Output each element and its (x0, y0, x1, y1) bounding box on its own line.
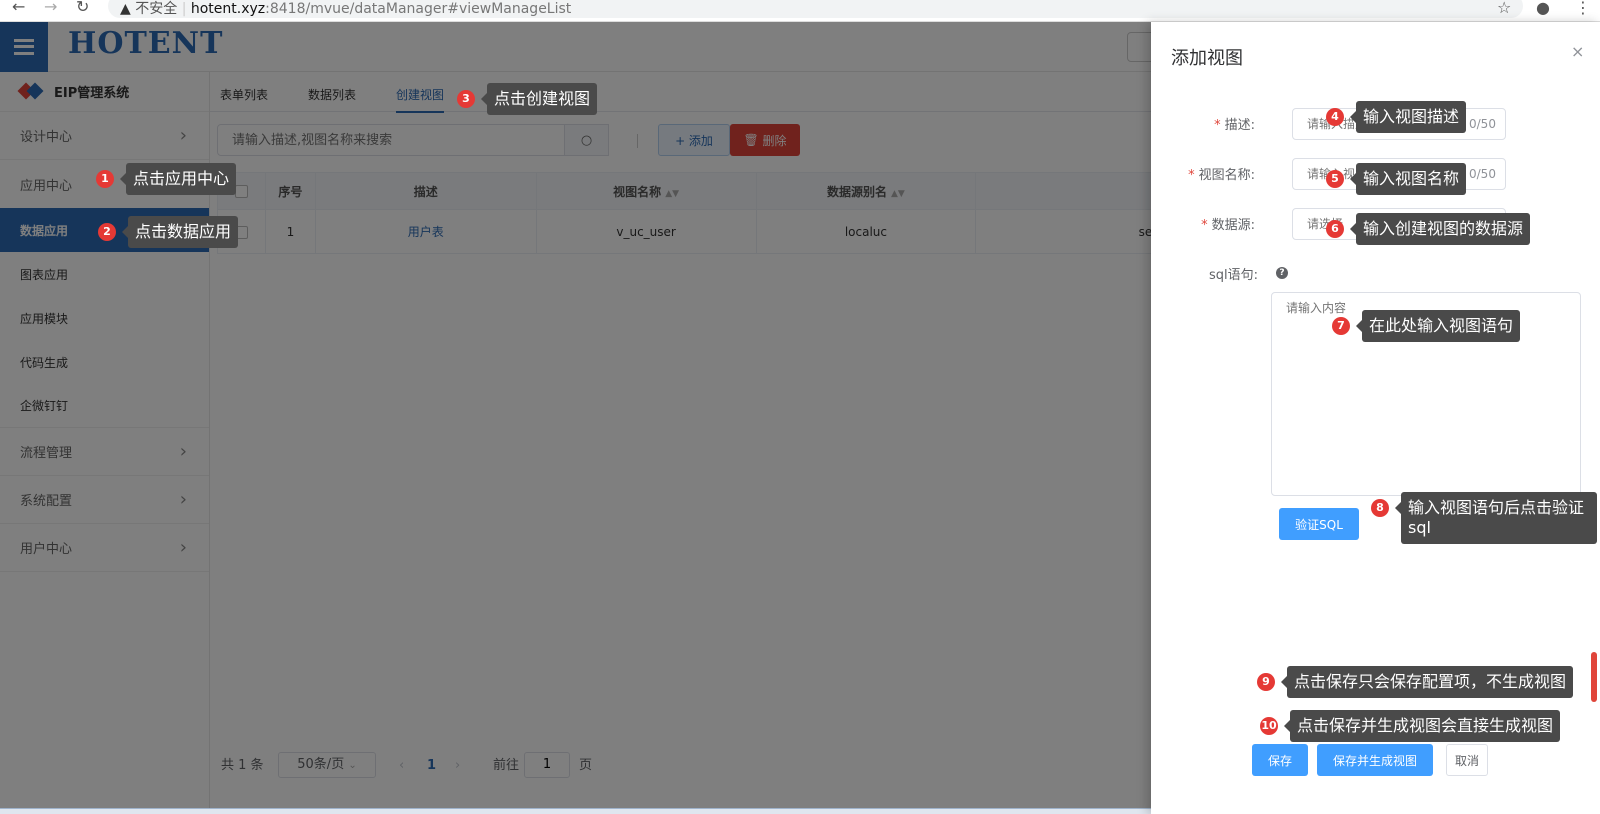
step-annotation-7: 7 在此处输入视图语句 (1332, 310, 1521, 342)
browser-toolbar: ← → ↻ ▲ 不安全 | hotent.xyz:8418/mvue/dataM… (0, 0, 1600, 22)
save-generate-button[interactable]: 保存并生成视图 (1317, 744, 1433, 776)
step-badge: 4 (1326, 108, 1344, 126)
datasource-label-text: 数据源: (1211, 218, 1255, 233)
step-tooltip: 点击创建视图 (480, 83, 598, 115)
required-mark: * (1188, 168, 1195, 183)
step-badge: 7 (1332, 317, 1350, 335)
step-badge: 10 (1260, 717, 1278, 735)
sql-label: sql语句: (1209, 268, 1259, 283)
required-mark: * (1214, 118, 1221, 133)
help-icon[interactable]: ? (1276, 267, 1288, 279)
insecure-label: 不安全 (135, 1, 178, 17)
menu-dots-icon[interactable]: ⋮ (1575, 0, 1591, 17)
step-annotation-2: 2 点击数据应用 (98, 216, 239, 248)
step-annotation-4: 4 输入视图描述 (1326, 101, 1467, 133)
step-badge: 3 (457, 90, 475, 108)
url-host: hotent.xyz (190, 1, 266, 17)
bookmark-star-icon[interactable]: ☆ (1497, 0, 1511, 17)
step-tooltip: 输入视图语句后点击验证sql (1395, 492, 1597, 544)
step-annotation-9: 9 点击保存只会保存配置项，不生成视图 (1257, 666, 1574, 698)
desc-char-count: 0/50 (1469, 117, 1496, 131)
datasource-label: * 数据源: (1201, 214, 1255, 233)
required-mark: * (1201, 218, 1208, 233)
step-tooltip: 点击保存只会保存配置项，不生成视图 (1280, 666, 1574, 698)
name-char-count: 0/50 (1469, 167, 1496, 181)
url-path: :8418/mvue/dataManager#viewManageList (265, 1, 572, 17)
step-tooltip: 输入创建视图的数据源 (1349, 213, 1531, 245)
verify-sql-button[interactable]: 验证SQL (1279, 508, 1359, 540)
step-annotation-3: 3 点击创建视图 (457, 83, 598, 115)
profile-icon[interactable]: ● (1536, 0, 1550, 17)
warning-icon: ▲ (120, 1, 131, 17)
scroll-indicator[interactable] (1591, 652, 1597, 702)
url-text: ▲ 不安全 | hotent.xyz:8418/mvue/dataManager… (120, 1, 572, 17)
back-arrow-icon[interactable]: ← (12, 0, 25, 15)
step-tooltip: 点击保存并生成视图会直接生成视图 (1283, 710, 1561, 742)
step-tooltip: 在此处输入视图语句 (1355, 310, 1521, 342)
scroll-indicator-fill (1591, 652, 1597, 702)
step-tooltip: 输入视图名称 (1349, 163, 1467, 195)
name-label-text: 视图名称: (1198, 168, 1255, 183)
step-annotation-8: 8 输入视图语句后点击验证sql (1371, 492, 1597, 544)
step-tooltip: 输入视图描述 (1349, 101, 1467, 133)
name-label: * 视图名称: (1188, 164, 1255, 183)
desc-label: * 描述: (1214, 114, 1255, 133)
save-button[interactable]: 保存 (1252, 744, 1308, 776)
step-badge: 2 (98, 223, 116, 241)
step-badge: 1 (96, 170, 114, 188)
close-icon[interactable]: × (1571, 42, 1584, 61)
step-tooltip: 点击数据应用 (121, 216, 239, 248)
step-tooltip: 点击应用中心 (119, 163, 237, 195)
forward-arrow-icon[interactable]: → (44, 0, 57, 15)
step-badge: 8 (1371, 499, 1389, 517)
step-annotation-1: 1 点击应用中心 (96, 163, 237, 195)
step-badge: 9 (1257, 673, 1275, 691)
reload-icon[interactable]: ↻ (76, 0, 89, 15)
step-badge: 5 (1326, 170, 1344, 188)
cancel-button[interactable]: 取消 (1446, 744, 1488, 776)
step-badge: 6 (1326, 220, 1344, 238)
drawer-title: 添加视图 (1171, 48, 1243, 69)
desc-label-text: 描述: (1224, 118, 1255, 133)
step-annotation-10: 10 点击保存并生成视图会直接生成视图 (1260, 710, 1561, 742)
step-annotation-5: 5 输入视图名称 (1326, 163, 1467, 195)
step-annotation-6: 6 输入创建视图的数据源 (1326, 213, 1531, 245)
